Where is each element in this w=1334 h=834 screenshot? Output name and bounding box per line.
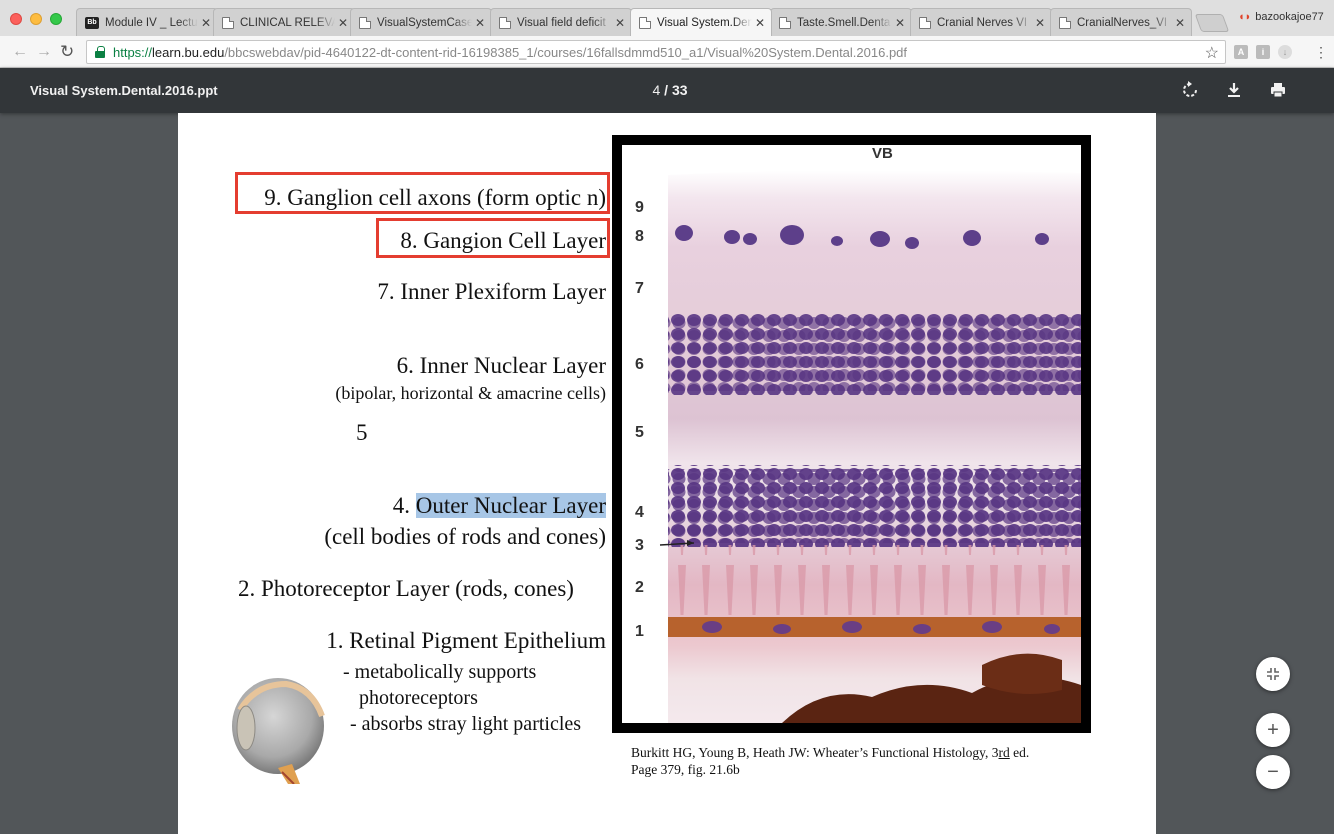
- micrograph-number-6: 6: [635, 356, 644, 373]
- micrograph-label: VB: [872, 145, 893, 162]
- address-bar[interactable]: https://learn.bu.edu/bbcswebdav/pid-4640…: [86, 40, 1226, 64]
- rotate-icon[interactable]: [1180, 80, 1200, 100]
- document-icon: [639, 16, 651, 29]
- document-icon: [779, 16, 791, 29]
- selected-text[interactable]: Outer Nuclear Layer: [415, 493, 606, 518]
- tab-visual-field-deficit[interactable]: Visual field deficit ✕: [490, 8, 632, 36]
- tab-close-icon[interactable]: ✕: [895, 16, 905, 30]
- pdf-title: Visual System.Dental.2016.ppt: [30, 83, 218, 98]
- minus-icon: −: [1267, 760, 1279, 783]
- tab-strip: Bb Module IV _ Lectu ✕ CLINICAL RELEVA ✕…: [0, 0, 1334, 36]
- layer-1-bullet-2: - absorbs stray light particles: [350, 713, 582, 735]
- layer-4-sublabel: (cell bodies of rods and cones): [324, 524, 606, 549]
- forward-arrow-icon[interactable]: →: [36, 42, 52, 62]
- download-icon[interactable]: [1224, 80, 1244, 100]
- tab-visual-system-case[interactable]: VisualSystemCase ✕: [350, 8, 492, 36]
- layer-6-sublabel: (bipolar, horizontal & amacrine cells): [335, 383, 606, 403]
- micrograph-number-7: 7: [635, 280, 644, 297]
- tab-close-icon[interactable]: ✕: [755, 16, 765, 30]
- tab-cranial-nerves-vi[interactable]: Cranial Nerves VI ✕: [910, 8, 1052, 36]
- retina-histology-image: [622, 145, 1081, 723]
- plus-icon: +: [1267, 718, 1279, 741]
- fit-to-page-icon: [1267, 668, 1279, 680]
- blackboard-icon: Bb: [85, 16, 99, 29]
- layer-7-label: 7. Inner Plexiform Layer: [377, 279, 606, 304]
- micrograph-number-4: 4: [635, 504, 644, 521]
- lock-icon: [95, 46, 105, 58]
- document-icon: [919, 16, 931, 29]
- tab-clinical-relevance[interactable]: CLINICAL RELEVA ✕: [213, 8, 355, 36]
- micrograph-number-2: 2: [635, 579, 644, 596]
- tab-close-icon[interactable]: ✕: [1175, 16, 1185, 30]
- fit-page-button[interactable]: [1256, 657, 1290, 691]
- layer-6-label: 6. Inner Nuclear Layer: [396, 353, 606, 378]
- document-icon: [222, 16, 234, 29]
- tab-close-icon[interactable]: ✕: [338, 16, 348, 30]
- menu-dots-icon[interactable]: ⋮: [1314, 44, 1328, 60]
- extension-a-icon[interactable]: A: [1234, 45, 1248, 59]
- profile-button[interactable]: ◖◗ bazookajoe77: [1238, 11, 1324, 23]
- document-icon: [1059, 16, 1071, 29]
- print-icon[interactable]: [1268, 80, 1288, 100]
- reload-icon[interactable]: ↻: [60, 42, 74, 62]
- micrograph-number-5: 5: [635, 424, 644, 441]
- retina-micrograph: VB 9 8 7 6 5 4 3 2 1: [612, 135, 1091, 733]
- total-pages: 33: [671, 82, 688, 98]
- micrograph-number-8: 8: [635, 228, 644, 245]
- document-icon: [359, 16, 371, 29]
- document-icon: [499, 16, 511, 29]
- pdf-page: 9. Ganglion cell axons (form optic n) 8.…: [178, 113, 1156, 834]
- layer-5-label: 5: [356, 420, 368, 445]
- layer-1-bullet-1-cont: photoreceptors: [359, 687, 478, 709]
- tab-module-iv[interactable]: Bb Module IV _ Lectu ✕: [76, 8, 218, 36]
- minimize-window-button[interactable]: [30, 13, 42, 25]
- zoom-window-button[interactable]: [50, 13, 62, 25]
- micrograph-number-1: 1: [635, 623, 644, 640]
- profile-icon: ◖◗: [1238, 11, 1252, 23]
- tab-visual-system-dental[interactable]: Visual System.Den ✕: [630, 8, 772, 36]
- tab-cranial-nerves-vi-2[interactable]: CranialNerves_VI ✕: [1050, 8, 1192, 36]
- extension-info-icon[interactable]: i: [1256, 45, 1270, 59]
- zoom-out-button[interactable]: −: [1256, 755, 1290, 789]
- current-page-field[interactable]: 4: [652, 82, 660, 98]
- browser-toolbar: ← → ↻ https://learn.bu.edu/bbcswebdav/pi…: [0, 36, 1334, 68]
- layer-1-bullet-1: - metabolically supports: [343, 661, 537, 683]
- micrograph-number-3: 3: [635, 537, 644, 554]
- pdf-toolbar: Visual System.Dental.2016.ppt 4 / 33: [0, 68, 1334, 113]
- layer-8-label: 8. Gangion Cell Layer: [400, 228, 606, 253]
- extension-download-icon[interactable]: ↓: [1278, 45, 1292, 59]
- eyeball-illustration: [232, 678, 325, 784]
- layer-9-label: 9. Ganglion cell axons (form optic n): [264, 185, 606, 210]
- bookmark-star-icon[interactable]: ☆: [1205, 43, 1219, 63]
- layer-1-label: 1. Retinal Pigment Epithelium: [326, 628, 606, 653]
- tab-close-icon[interactable]: ✕: [615, 16, 625, 30]
- figure-caption: Burkitt HG, Young B, Heath JW: Wheater’s…: [631, 745, 1030, 777]
- micrograph-number-9: 9: [635, 199, 644, 216]
- page-indicator: 4 / 33: [652, 82, 688, 98]
- close-window-button[interactable]: [10, 13, 22, 25]
- zoom-in-button[interactable]: +: [1256, 713, 1290, 747]
- tab-close-icon[interactable]: ✕: [1035, 16, 1045, 30]
- layer-2-label: 2. Photoreceptor Layer (rods, cones): [238, 576, 574, 601]
- tab-close-icon[interactable]: ✕: [201, 16, 211, 30]
- layer-4-label: 4. Outer Nuclear Layer: [392, 493, 606, 518]
- tab-taste-smell-dental[interactable]: Taste.Smell.Denta ✕: [770, 8, 912, 36]
- new-tab-button[interactable]: [1194, 14, 1230, 32]
- back-arrow-icon[interactable]: ←: [12, 42, 28, 62]
- tab-close-icon[interactable]: ✕: [475, 16, 485, 30]
